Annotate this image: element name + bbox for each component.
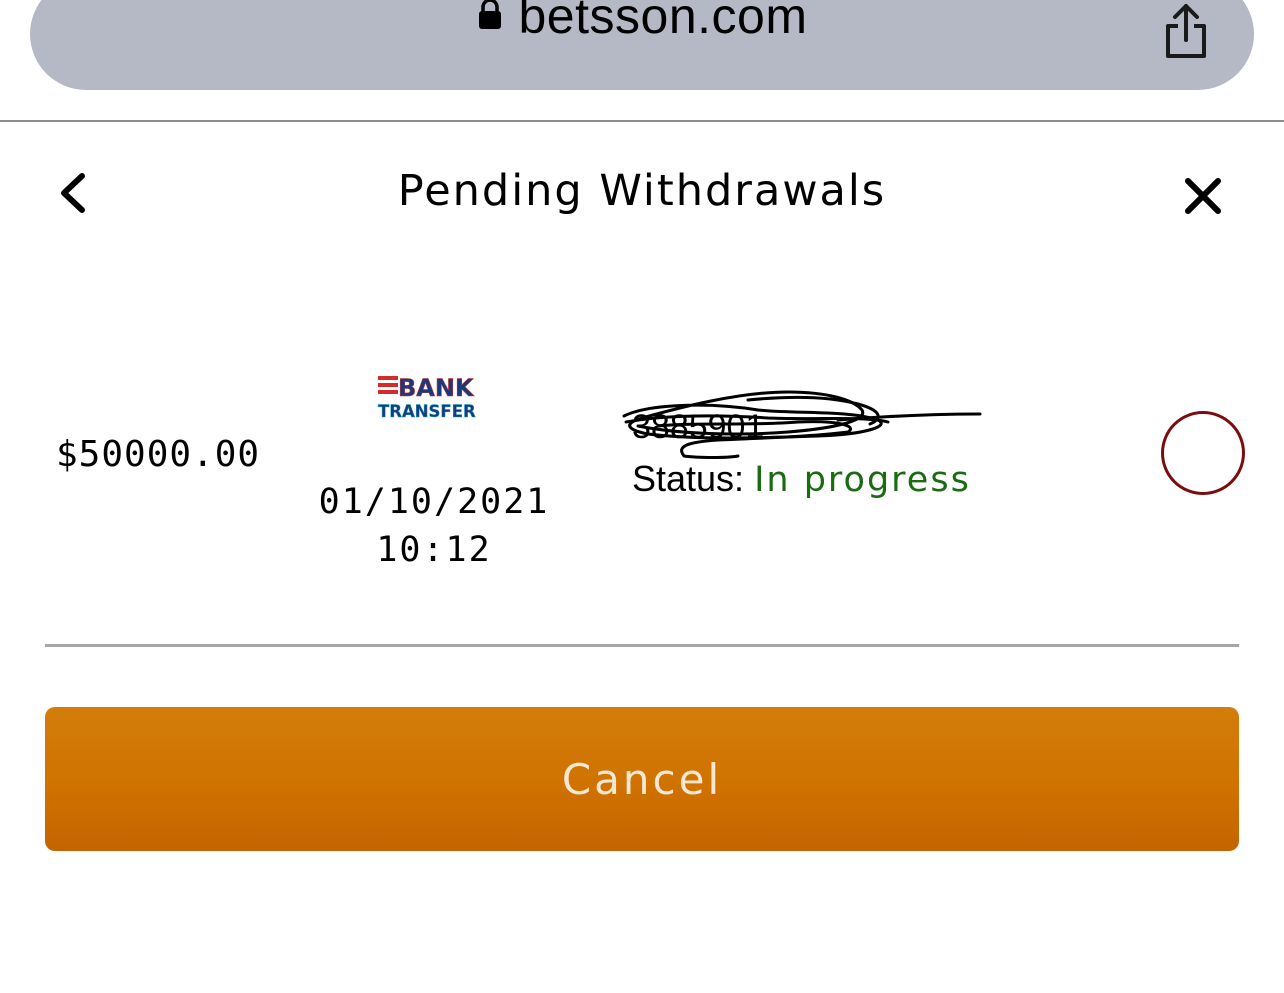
close-icon[interactable] — [1183, 176, 1223, 216]
browser-url-bar[interactable]: betsson.com — [30, 0, 1254, 90]
withdrawal-select-radio[interactable] — [1161, 411, 1245, 495]
status-value: In progress — [754, 460, 971, 500]
redaction-scribble — [622, 390, 982, 459]
page-title: Pending Withdrawals — [397, 166, 887, 216]
logo-line2: TRANSFER — [378, 402, 476, 421]
lock-icon — [478, 0, 501, 29]
withdrawal-amount: $50000.00 — [56, 434, 261, 475]
url-display[interactable]: betsson.com — [30, 0, 1254, 46]
bank-transfer-logo: BANK TRANSFER — [378, 374, 476, 422]
withdrawal-date: 01/10/2021 — [318, 482, 550, 522]
row-divider — [45, 644, 1239, 647]
browser-divider — [0, 120, 1284, 122]
logo-line1: BANK — [398, 374, 475, 402]
cancel-button[interactable]: Cancel — [45, 707, 1239, 851]
url-text: betsson.com — [518, 0, 808, 44]
status-label: Status: — [632, 458, 745, 499]
share-icon[interactable] — [1162, 2, 1210, 62]
withdrawal-datetime: 01/10/2021 10:12 — [300, 478, 568, 574]
withdrawal-status: Status: In progress — [632, 458, 971, 500]
withdrawal-time: 10:12 — [376, 530, 492, 570]
